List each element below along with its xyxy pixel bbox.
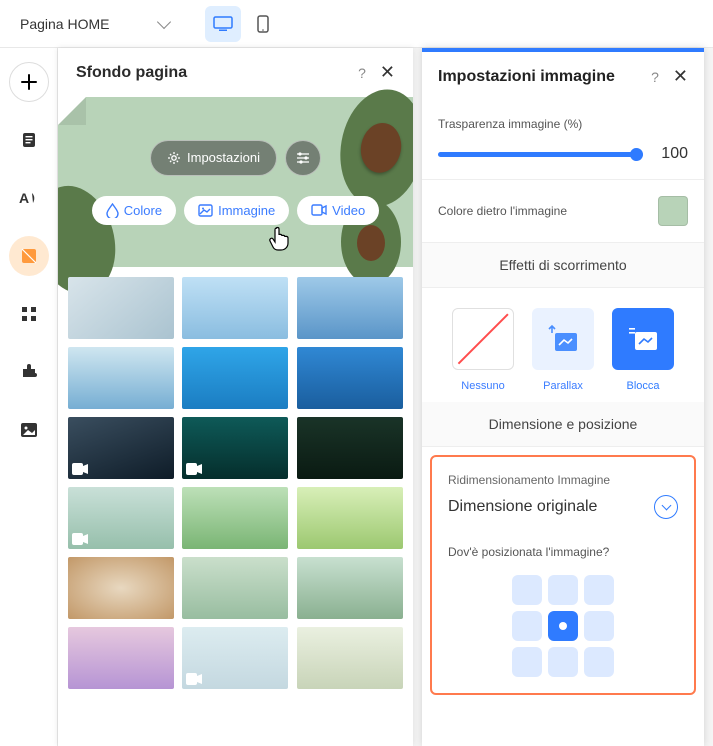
drop-icon bbox=[106, 203, 119, 218]
chevron-down-icon bbox=[654, 495, 678, 519]
thumbnail[interactable] bbox=[182, 417, 288, 479]
scroll-option-block[interactable]: Blocca bbox=[608, 308, 678, 392]
top-bar: Pagina HOME bbox=[0, 0, 713, 48]
scroll-effects-options: Nessuno Parallax Blocca bbox=[422, 288, 704, 402]
adjust-button[interactable] bbox=[285, 140, 321, 176]
image-tab[interactable]: Immagine bbox=[184, 196, 289, 225]
thumbnail[interactable] bbox=[182, 557, 288, 619]
cursor-hand-icon bbox=[268, 226, 292, 252]
video-badge-icon bbox=[186, 673, 202, 685]
position-center[interactable] bbox=[548, 611, 578, 641]
thumbnail[interactable] bbox=[297, 487, 403, 549]
settings-button-label: Impostazioni bbox=[187, 150, 260, 165]
background-panel: Sfondo pagina ? ✕ Impostazioni Colore bbox=[58, 48, 413, 746]
position-grid bbox=[448, 575, 678, 677]
settings-panel-header: Impostazioni immagine ? ✕ bbox=[422, 52, 704, 101]
size-position-title: Dimensione e posizione bbox=[422, 402, 704, 447]
position-bottom-left[interactable] bbox=[512, 647, 542, 677]
thumbnail[interactable] bbox=[182, 487, 288, 549]
thumbnail[interactable] bbox=[182, 277, 288, 339]
gear-icon bbox=[167, 151, 181, 165]
color-behind-label: Colore dietro l'immagine bbox=[438, 204, 567, 218]
position-top-left[interactable] bbox=[512, 575, 542, 605]
video-badge-icon bbox=[72, 533, 88, 545]
desktop-device-button[interactable] bbox=[205, 6, 241, 42]
device-toggle bbox=[205, 6, 281, 42]
thumbnail[interactable] bbox=[297, 277, 403, 339]
background-panel-title: Sfondo pagina bbox=[76, 64, 187, 82]
thumbnail[interactable] bbox=[68, 487, 174, 549]
image-settings-panel: Impostazioni immagine ? ✕ Trasparenza im… bbox=[422, 48, 704, 746]
thumbnail[interactable] bbox=[68, 627, 174, 689]
size-position-section: Ridimensionamento Immagine Dimensione or… bbox=[430, 455, 696, 695]
video-badge-icon bbox=[72, 463, 88, 475]
settings-button[interactable]: Impostazioni bbox=[150, 140, 277, 176]
left-sidebar: A bbox=[0, 48, 58, 746]
addons-button[interactable] bbox=[9, 352, 49, 392]
position-bottom-center[interactable] bbox=[548, 647, 578, 677]
thumbnail-grid bbox=[58, 267, 413, 699]
position-top-right[interactable] bbox=[584, 575, 614, 605]
background-button[interactable] bbox=[9, 236, 49, 276]
resize-label: Ridimensionamento Immagine bbox=[448, 473, 678, 487]
position-bottom-right[interactable] bbox=[584, 647, 614, 677]
color-behind-section: Colore dietro l'immagine bbox=[422, 180, 704, 243]
video-tab[interactable]: Video bbox=[297, 196, 379, 225]
color-behind-swatch[interactable] bbox=[658, 196, 688, 226]
thumbnail[interactable] bbox=[297, 557, 403, 619]
background-type-tabs: Colore Immagine Video bbox=[92, 196, 379, 225]
position-label: Dov'è posizionata l'immagine? bbox=[448, 545, 678, 559]
sliders-icon bbox=[295, 151, 311, 165]
thumbnail[interactable] bbox=[68, 557, 174, 619]
position-top-center[interactable] bbox=[548, 575, 578, 605]
chevron-down-icon bbox=[157, 15, 171, 29]
transparency-slider[interactable] bbox=[438, 152, 643, 157]
page-selector[interactable]: Pagina HOME bbox=[12, 10, 177, 38]
resize-dropdown[interactable]: Dimensione originale bbox=[448, 495, 678, 519]
video-icon bbox=[311, 204, 327, 216]
position-middle-left[interactable] bbox=[512, 611, 542, 641]
thumbnail[interactable] bbox=[297, 627, 403, 689]
mobile-device-button[interactable] bbox=[245, 6, 281, 42]
position-middle-right[interactable] bbox=[584, 611, 614, 641]
thumbnail[interactable] bbox=[68, 277, 174, 339]
pages-button[interactable] bbox=[9, 120, 49, 160]
scroll-option-none[interactable]: Nessuno bbox=[448, 308, 518, 392]
settings-panel-title: Impostazioni immagine bbox=[438, 68, 615, 86]
image-icon bbox=[198, 204, 213, 217]
background-preview: Impostazioni Colore Immagine Video bbox=[58, 97, 413, 267]
thumbnail[interactable] bbox=[68, 347, 174, 409]
add-button[interactable] bbox=[9, 62, 49, 102]
thumbnail[interactable] bbox=[182, 627, 288, 689]
transparency-value: 100 bbox=[661, 145, 688, 163]
apps-button[interactable] bbox=[9, 294, 49, 334]
resize-value: Dimensione originale bbox=[448, 498, 597, 516]
color-tab[interactable]: Colore bbox=[92, 196, 176, 225]
scroll-option-parallax[interactable]: Parallax bbox=[528, 308, 598, 392]
close-icon[interactable]: ✕ bbox=[380, 62, 395, 83]
thumbnail[interactable] bbox=[297, 347, 403, 409]
thumbnail[interactable] bbox=[297, 417, 403, 479]
transparency-section: Trasparenza immagine (%) 100 bbox=[422, 101, 704, 180]
thumbnail[interactable] bbox=[68, 417, 174, 479]
close-icon[interactable]: ✕ bbox=[673, 66, 688, 87]
transparency-label: Trasparenza immagine (%) bbox=[438, 117, 688, 131]
video-badge-icon bbox=[186, 463, 202, 475]
background-panel-header: Sfondo pagina ? ✕ bbox=[58, 48, 413, 97]
thumbnail[interactable] bbox=[182, 347, 288, 409]
svg-text:A: A bbox=[19, 190, 29, 206]
scroll-effects-title: Effetti di scorrimento bbox=[422, 243, 704, 288]
help-icon[interactable]: ? bbox=[651, 69, 659, 85]
media-button[interactable] bbox=[9, 410, 49, 450]
help-icon[interactable]: ? bbox=[358, 65, 366, 81]
design-button[interactable]: A bbox=[9, 178, 49, 218]
page-name: Pagina HOME bbox=[20, 16, 109, 32]
